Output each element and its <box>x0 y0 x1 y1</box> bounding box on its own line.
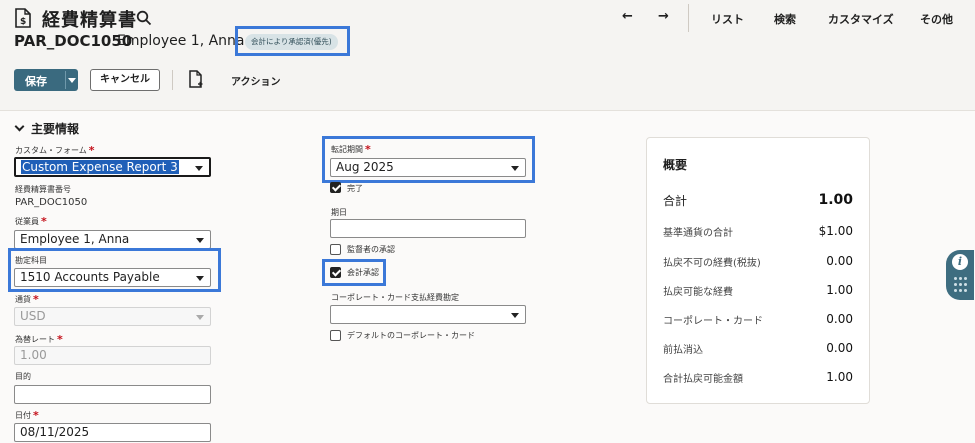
summary-corp-card-value: 0.00 <box>826 312 853 326</box>
due-date-label: 期日 <box>331 208 347 217</box>
chevron-down-icon <box>511 313 519 318</box>
complete-label: 完了 <box>347 184 363 193</box>
summary-refundable-label: 払戻可能な経費 <box>663 287 733 298</box>
chevron-down-icon <box>196 238 204 243</box>
nav-divider <box>688 4 689 32</box>
employee-select[interactable]: Employee 1, Anna <box>14 230 211 249</box>
account-label: 勘定科目 <box>15 256 47 265</box>
report-number-value: PAR_DOC1050 <box>15 197 88 208</box>
due-date-input[interactable] <box>330 219 526 238</box>
summary-total-label: 合計 <box>663 194 688 208</box>
chevron-down-icon[interactable] <box>68 78 76 83</box>
nav-customize-link[interactable]: カスタマイズ <box>828 11 894 27</box>
back-arrow-icon[interactable]: ← <box>622 9 633 24</box>
forward-arrow-icon[interactable]: → <box>658 9 669 24</box>
date-value: 08/11/2025 <box>20 425 90 439</box>
toolbar-divider <box>172 70 173 90</box>
currency-value: USD <box>20 309 46 323</box>
summary-refundable-value: 1.00 <box>826 283 853 297</box>
document-id: PAR_DOC1050 <box>14 32 133 50</box>
save-button-divider <box>65 71 66 89</box>
corp-card-account-label: コーポレート・カード支払経費勘定 <box>331 293 459 302</box>
posting-period-select[interactable]: Aug 2025 <box>330 158 526 177</box>
account-select[interactable]: 1510 Accounts Payable <box>14 268 211 287</box>
required-mark: * <box>57 333 63 346</box>
exchange-rate-value: 1.00 <box>20 348 47 362</box>
nav-search-link[interactable]: 検索 <box>774 11 796 27</box>
report-number-label: 経費精算書番号 <box>15 185 71 194</box>
chevron-down-icon <box>196 315 204 320</box>
summary-nonrefundable-value: 0.00 <box>826 254 853 268</box>
summary-total-refundable-label: 合計払戻可能金額 <box>663 374 743 385</box>
summary-title: 概要 <box>663 158 688 172</box>
required-mark: * <box>41 215 47 228</box>
svg-text:$: $ <box>20 17 26 27</box>
custom-form-label: カスタム・フォーム * <box>15 144 95 157</box>
section-title: 主要情報 <box>31 122 80 136</box>
chevron-down-icon <box>511 166 519 171</box>
cancel-button[interactable]: キャンセル <box>90 69 160 91</box>
currency-select: USD <box>14 307 211 326</box>
summary-total-refundable-value: 1.00 <box>826 370 853 384</box>
default-corp-card-checkbox[interactable] <box>330 330 341 341</box>
accounting-approval-checkbox[interactable] <box>330 267 341 278</box>
info-icon[interactable]: i <box>952 254 968 270</box>
new-document-icon[interactable] <box>189 70 203 88</box>
corp-card-account-select[interactable] <box>330 305 526 324</box>
currency-label: 通貨 * <box>15 293 39 306</box>
supervisor-approval-label: 監督者の承認 <box>347 245 395 254</box>
complete-checkbox[interactable] <box>330 182 341 193</box>
grid-dots-icon[interactable] <box>954 277 967 293</box>
status-badge: 会計により承認済(優先) <box>245 34 338 50</box>
chevron-down-icon <box>14 121 25 132</box>
summary-advance-label: 前払消込 <box>663 345 703 356</box>
required-mark: * <box>365 143 371 156</box>
exchange-rate-label: 為替レート * <box>15 333 63 346</box>
accounting-approval-label: 会計承認 <box>347 268 379 277</box>
summary-base-currency-total-value: $1.00 <box>818 224 853 238</box>
supervisor-approval-checkbox[interactable] <box>330 244 341 255</box>
required-mark: * <box>88 144 95 157</box>
summary-nonrefundable-label: 払戻不可の経費(税抜) <box>663 258 761 269</box>
document-employee: Employee 1, Anna <box>117 33 245 49</box>
default-corp-card-label: デフォルトのコーポレート・カード <box>347 331 475 340</box>
employee-value: Employee 1, Anna <box>20 232 130 246</box>
summary-corp-card-label: コーポレート・カード <box>663 316 763 327</box>
custom-form-select[interactable]: Custom Expense Report 3 <box>14 157 211 177</box>
save-button-label: 保存 <box>25 75 47 88</box>
date-label: 日付 * <box>15 409 39 422</box>
section-main-info[interactable]: 主要情報 <box>14 120 80 137</box>
posting-period-label: 転記期間 * <box>331 143 371 156</box>
action-menu[interactable]: アクション <box>231 73 281 88</box>
save-button[interactable]: 保存 <box>14 69 78 91</box>
custom-form-value: Custom Expense Report 3 <box>21 160 179 174</box>
summary-base-currency-total-label: 基準通貨の合計 <box>663 228 733 239</box>
chevron-down-icon <box>195 166 203 171</box>
account-value: 1510 Accounts Payable <box>20 270 160 284</box>
summary-advance-value: 0.00 <box>826 341 853 355</box>
help-widget[interactable]: i <box>946 250 974 300</box>
purpose-label: 目的 <box>15 372 31 381</box>
search-icon[interactable] <box>136 10 152 26</box>
summary-card <box>646 137 870 404</box>
posting-period-value: Aug 2025 <box>336 160 394 174</box>
required-mark: * <box>33 409 39 422</box>
nav-other-link[interactable]: その他 <box>920 11 953 27</box>
expense-report-icon: $ <box>15 8 31 28</box>
exchange-rate-input: 1.00 <box>14 346 211 365</box>
date-input[interactable]: 08/11/2025 <box>14 423 211 442</box>
nav-list-link[interactable]: リスト <box>711 11 744 27</box>
summary-total-value: 1.00 <box>818 192 853 208</box>
page-title: 経費精算書 <box>42 10 137 31</box>
chevron-down-icon <box>196 276 204 281</box>
required-mark: * <box>33 293 39 306</box>
purpose-input[interactable] <box>14 385 211 404</box>
employee-label: 従業員 * <box>15 215 47 228</box>
